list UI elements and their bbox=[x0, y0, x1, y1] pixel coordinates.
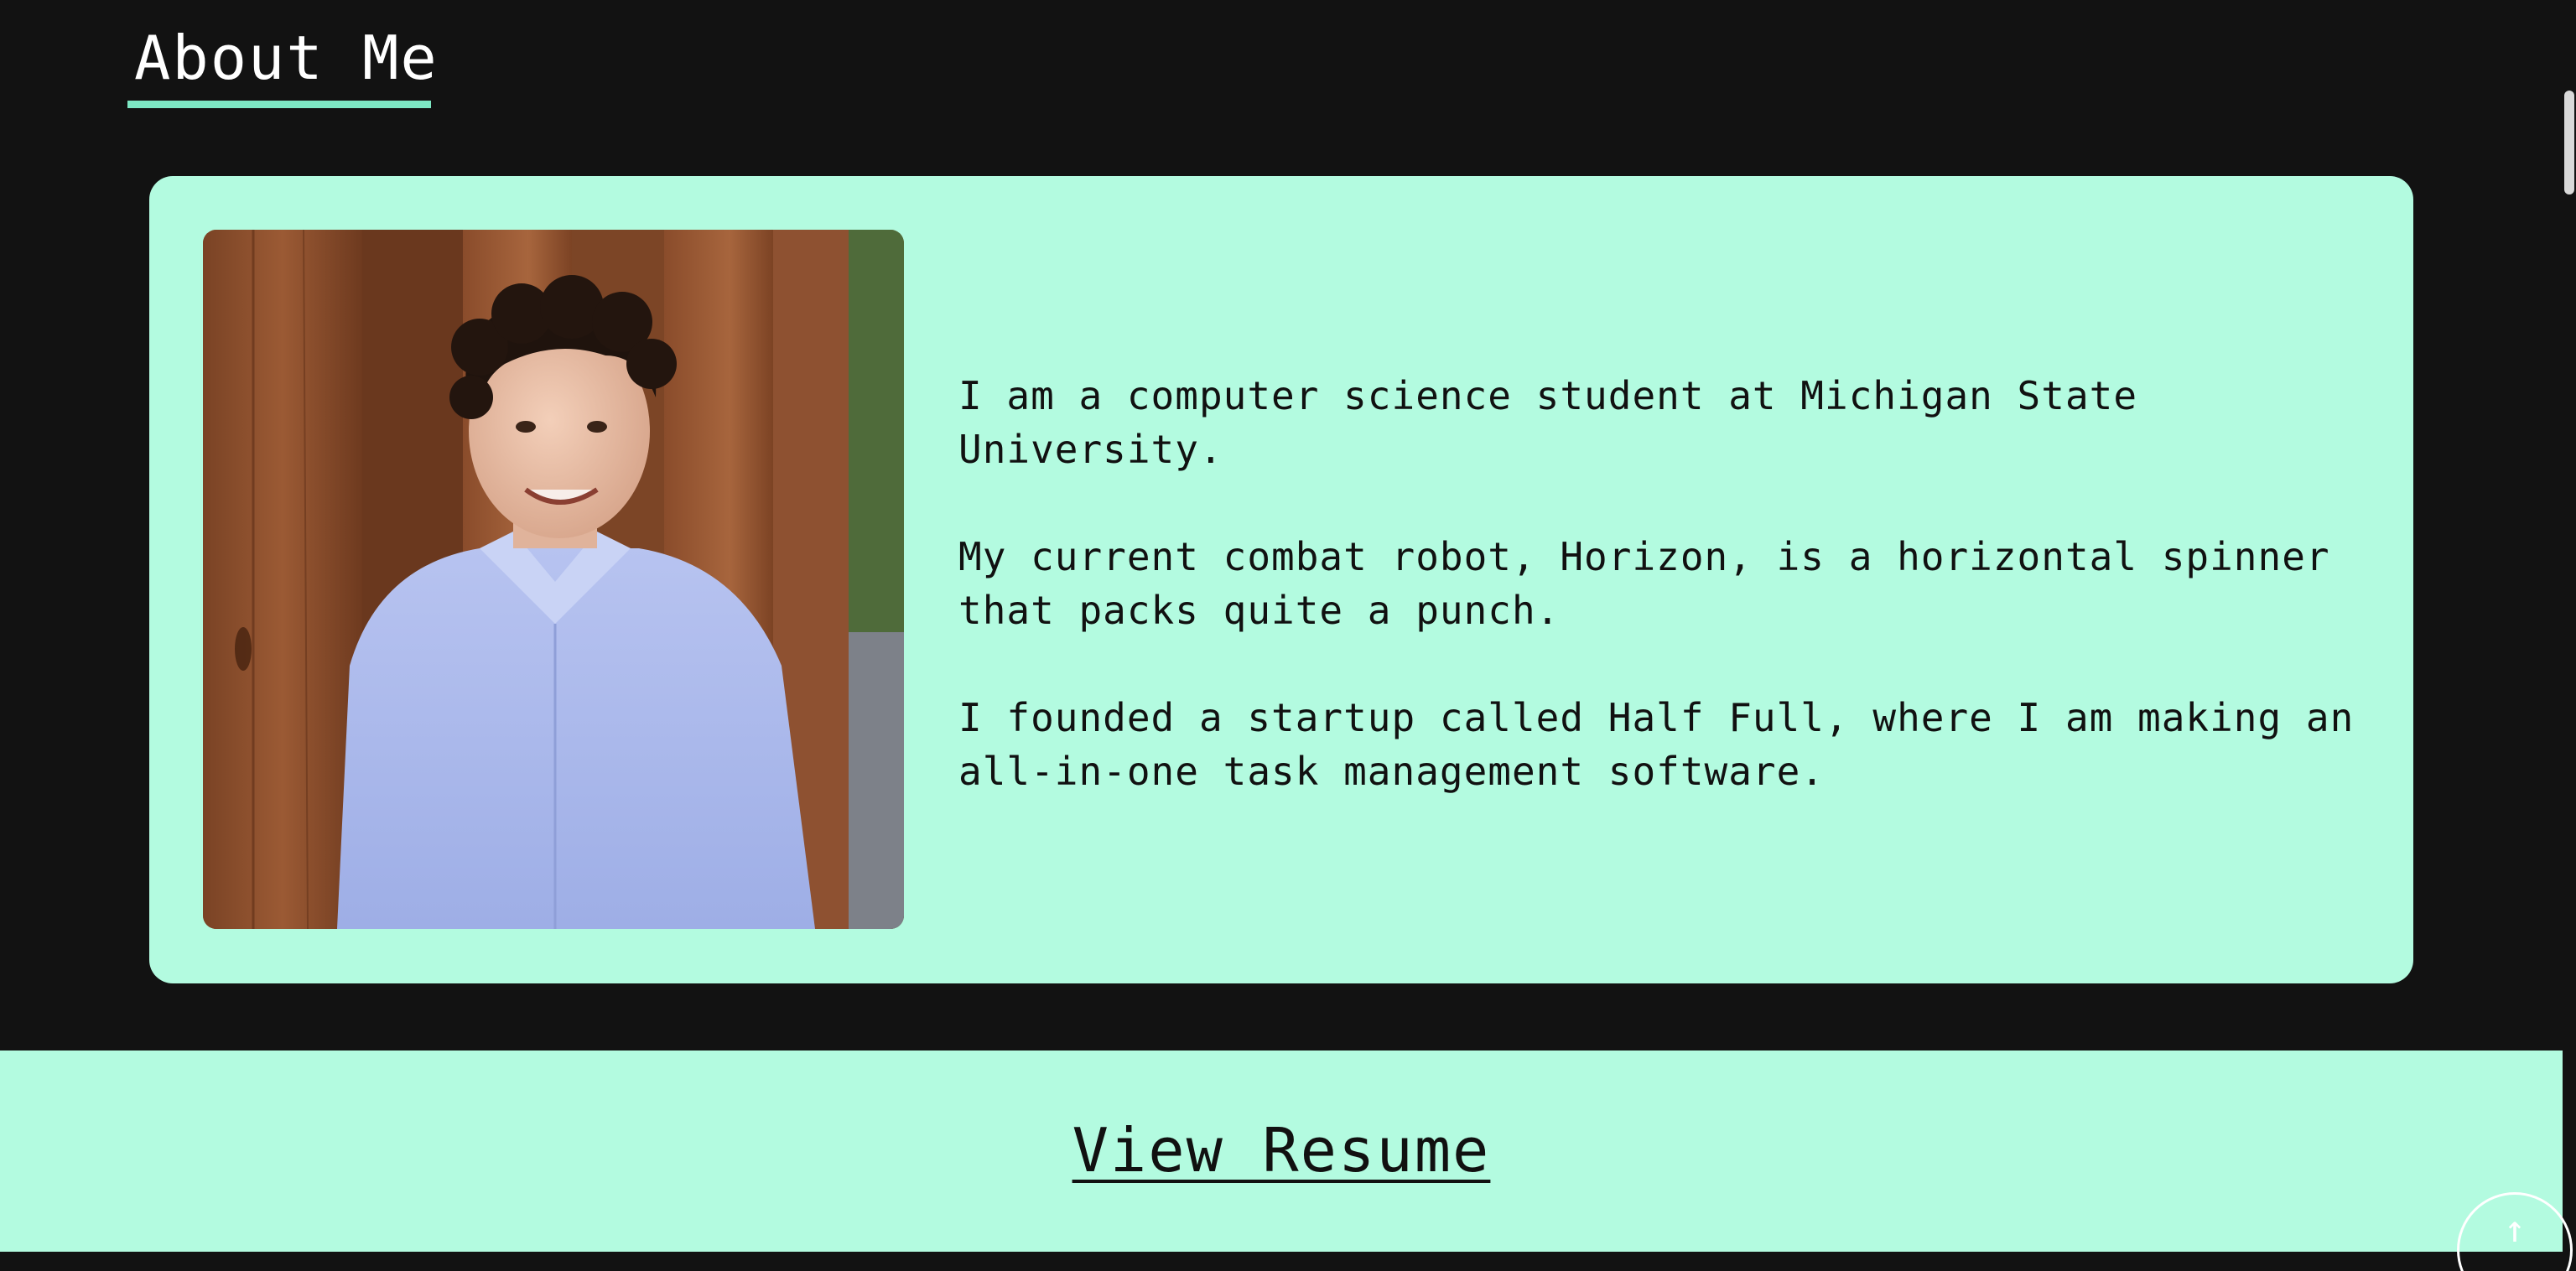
bio-paragraph-school: I am a computer science student at Michi… bbox=[958, 373, 2138, 472]
profile-photo-image bbox=[203, 230, 904, 929]
arrow-up-icon: ↑ bbox=[2503, 1208, 2527, 1251]
page: About Me I am a computer science student… bbox=[0, 0, 2576, 1271]
bio-paragraph-robot: My current combat robot, Horizon, is a h… bbox=[958, 534, 2330, 633]
title-underline bbox=[127, 101, 431, 108]
resume-band: View Resume bbox=[0, 1051, 2563, 1252]
view-resume-link[interactable]: View Resume bbox=[0, 1114, 2563, 1186]
bio-text: I am a computer science student at Michi… bbox=[958, 369, 2376, 852]
section-title: About Me bbox=[134, 23, 439, 93]
scrollbar-thumb[interactable] bbox=[2564, 91, 2574, 195]
bio-paragraph-startup: I founded a startup called Half Full, wh… bbox=[958, 695, 2355, 794]
profile-photo bbox=[203, 230, 904, 929]
about-card: I am a computer science student at Michi… bbox=[149, 176, 2413, 983]
